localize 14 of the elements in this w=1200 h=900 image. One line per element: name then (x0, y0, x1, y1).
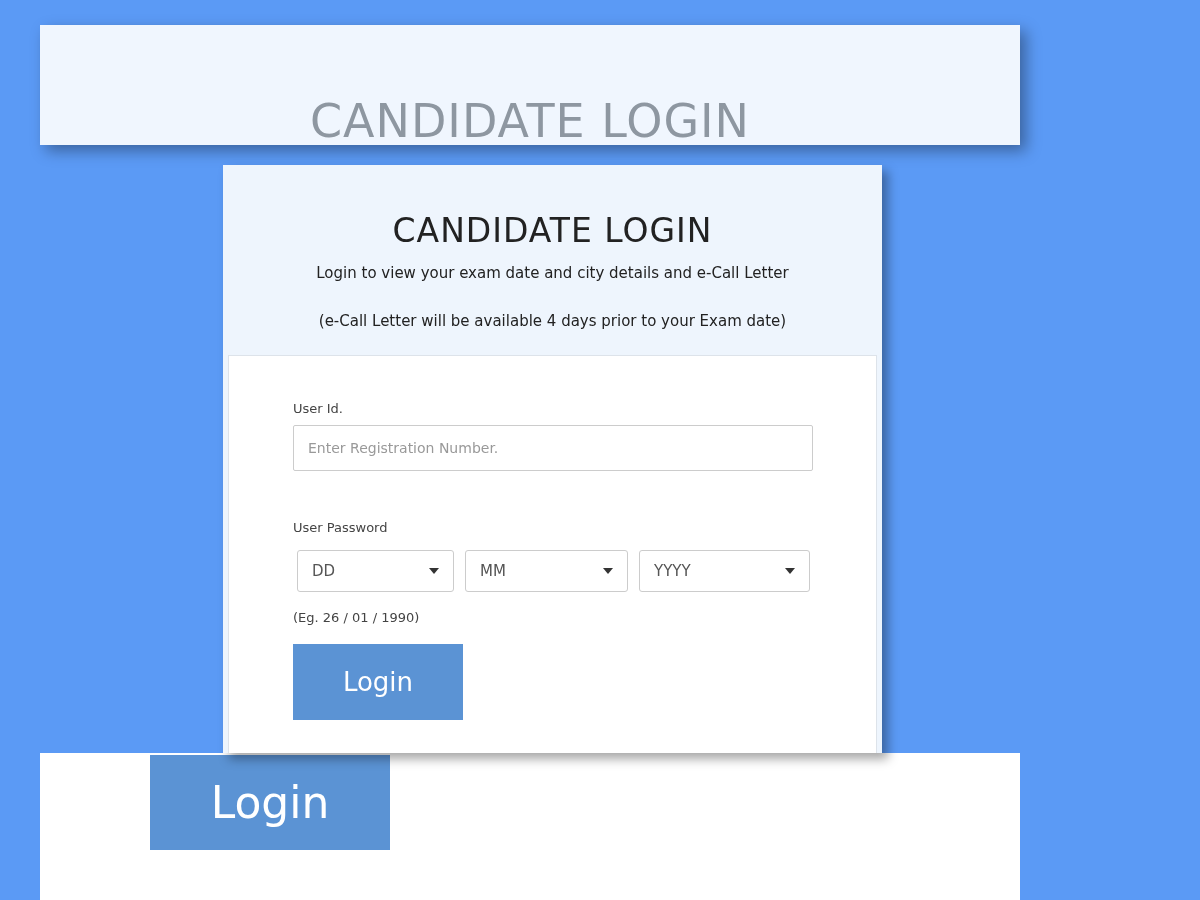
login-title: CANDIDATE LOGIN (392, 211, 713, 250)
page-title: CANDIDATE LOGIN (309, 97, 751, 145)
caret-icon (785, 568, 795, 574)
subtitle: Login to view your exam date and city details and e-Call Letter (316, 264, 789, 282)
date-format-hint: (Eg. 26 / 01 / 1990) (293, 610, 420, 625)
date-dropdown[interactable]: YYYY (639, 550, 810, 592)
user-id-field[interactable]: Enter Registration Number. (293, 425, 813, 471)
date-dropdown[interactable]: MM (465, 550, 628, 592)
field-label: User Id. (293, 401, 343, 416)
availability-note: (e-Call Letter will be available 4 days prior to your Exam date) (318, 312, 787, 330)
caret-icon (429, 568, 439, 574)
field-label: User Password (293, 520, 388, 535)
date-dropdown[interactable]: DD (297, 550, 454, 592)
caret-icon (603, 568, 613, 574)
